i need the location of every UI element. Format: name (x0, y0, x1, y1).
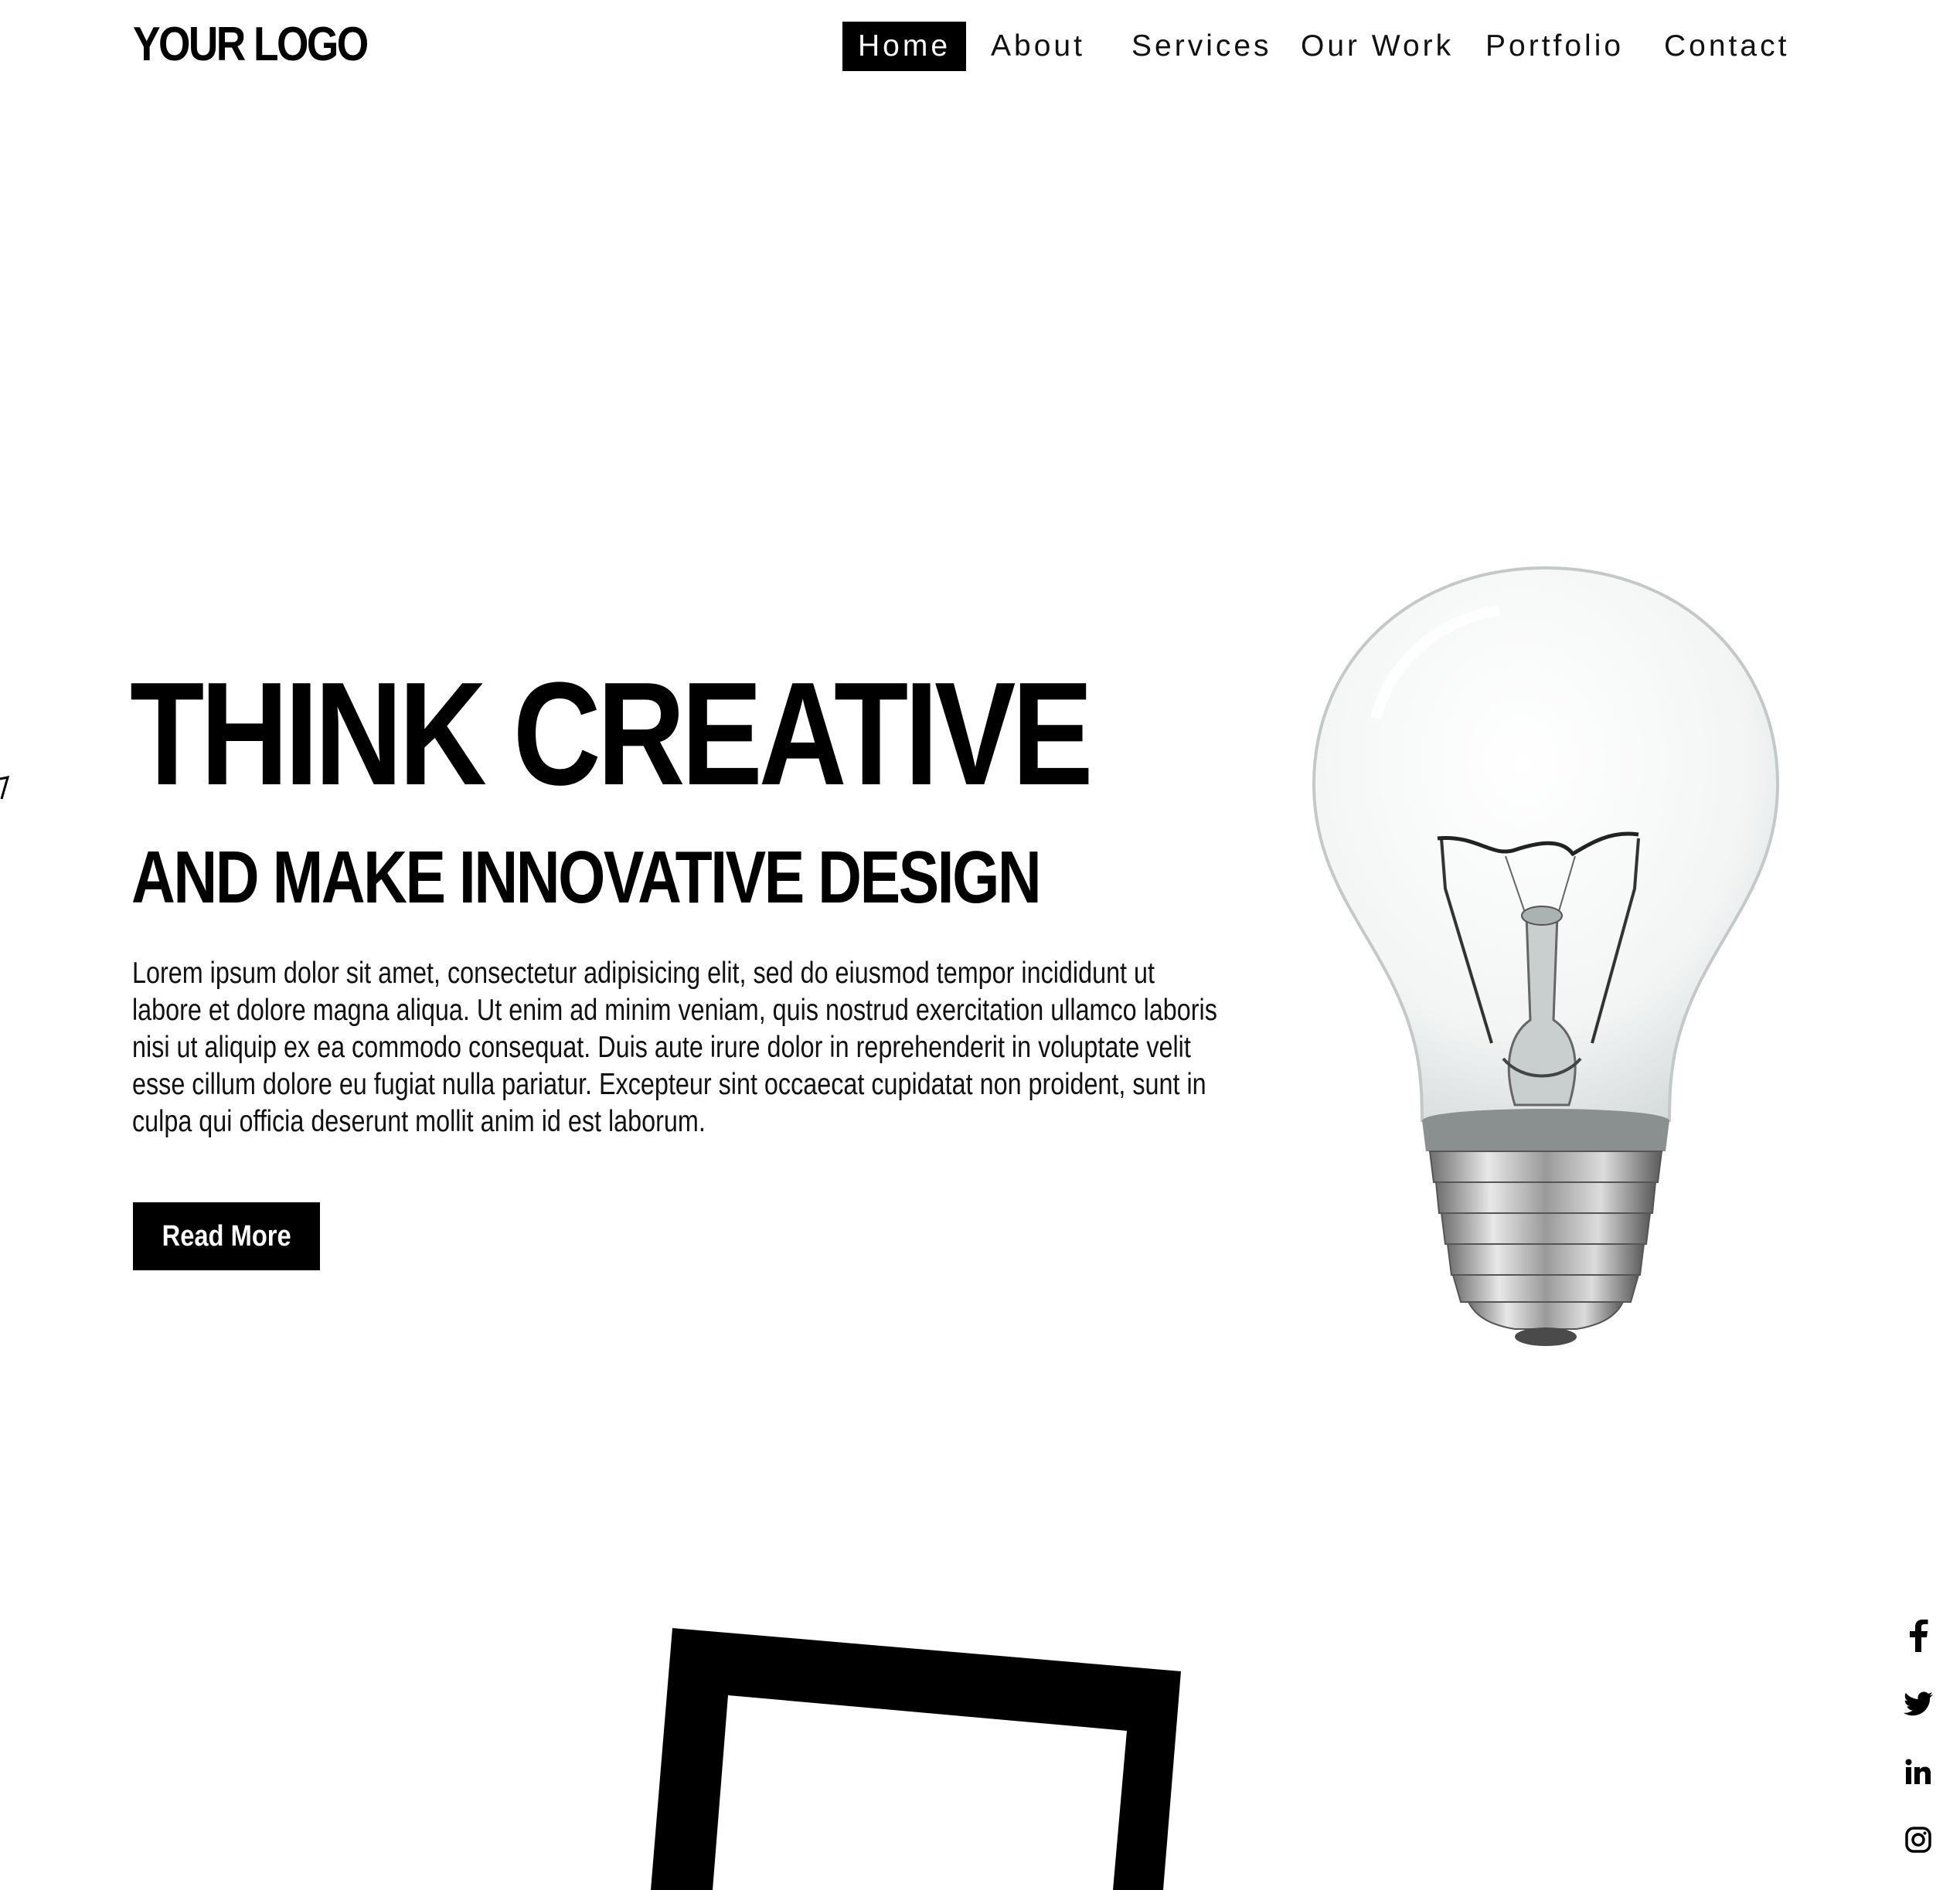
hero-body-text: Lorem ipsum dolor sit amet, consectetur … (132, 957, 1217, 1138)
linkedin-icon[interactable] (1901, 1755, 1935, 1789)
hero-title: THINK CREATIVE (130, 652, 1094, 816)
nav-item-contact[interactable]: Contact (1664, 22, 1789, 71)
nav-item-portfolio[interactable]: Portfolio (1485, 22, 1624, 71)
nav-item-about[interactable]: About (991, 22, 1085, 71)
hero-subtitle: AND MAKE INNOVATIVE DESIGN (131, 836, 1042, 919)
logo[interactable]: YOUR LOGO (133, 17, 369, 72)
nav-item-services[interactable]: Services (1131, 22, 1272, 71)
light-bulb-image (1312, 566, 1780, 1346)
decorative-frame (651, 1628, 1181, 1890)
nav-item-home[interactable]: Home (842, 22, 967, 71)
facebook-icon[interactable] (1901, 1619, 1935, 1653)
edge-deco-mark (0, 776, 10, 800)
nav-item-our-work[interactable]: Our Work (1301, 22, 1454, 71)
twitter-icon[interactable] (1901, 1687, 1935, 1721)
read-more-button[interactable]: Read More (133, 1202, 320, 1270)
read-more-label: Read More (162, 1219, 291, 1253)
instagram-icon[interactable] (1901, 1823, 1935, 1857)
